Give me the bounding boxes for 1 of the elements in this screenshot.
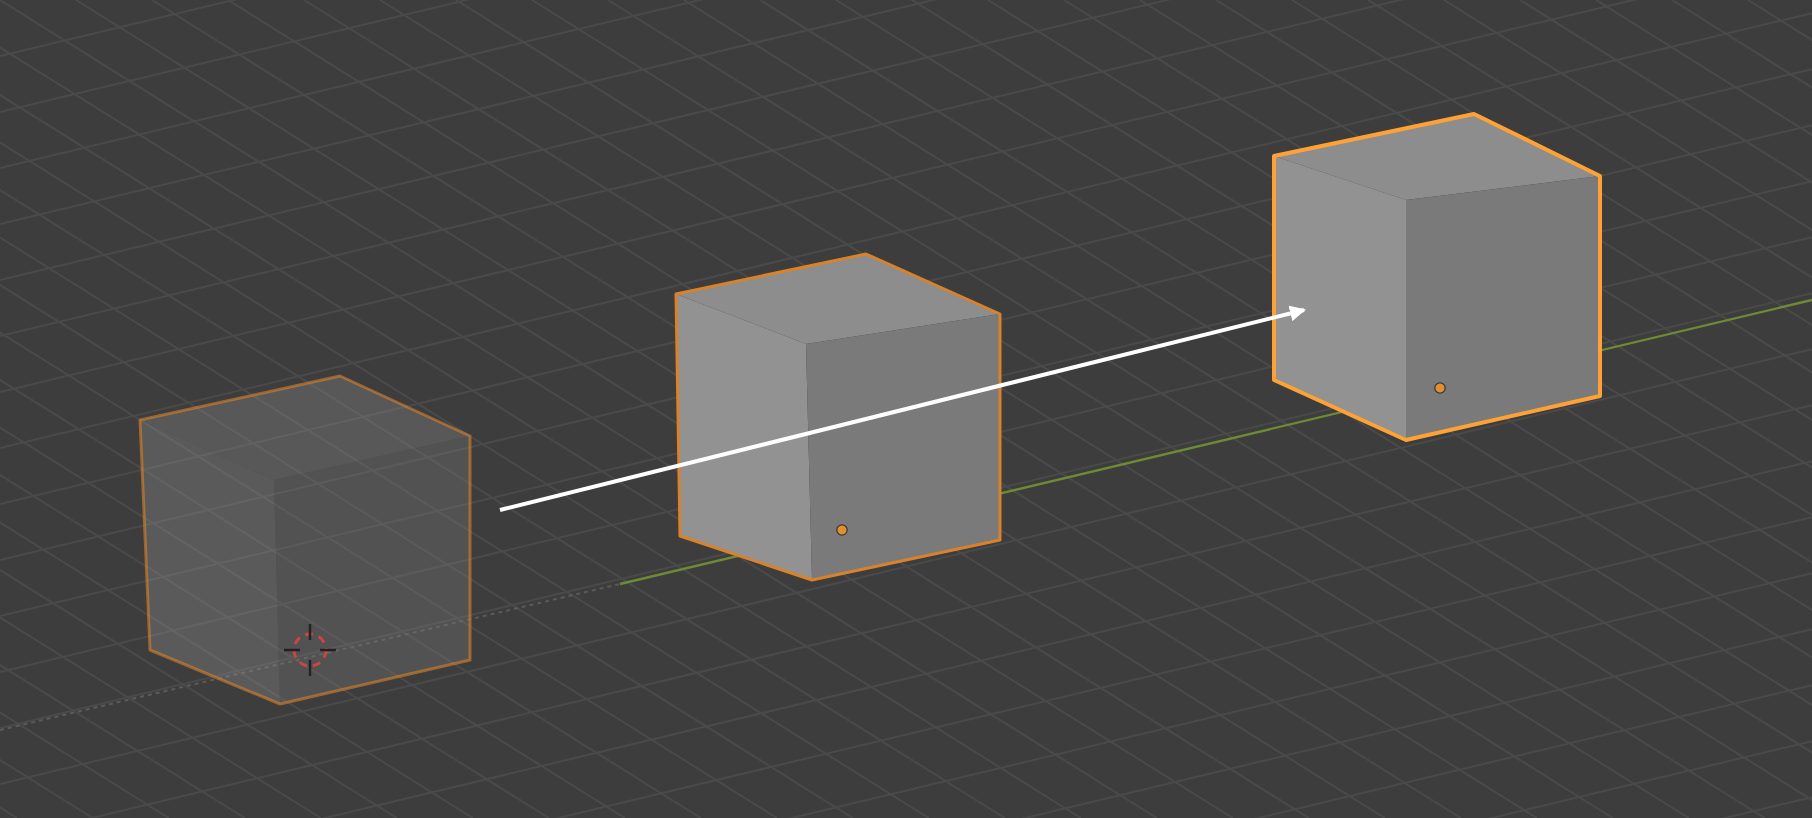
3d-cursor-icon — [282, 622, 338, 678]
